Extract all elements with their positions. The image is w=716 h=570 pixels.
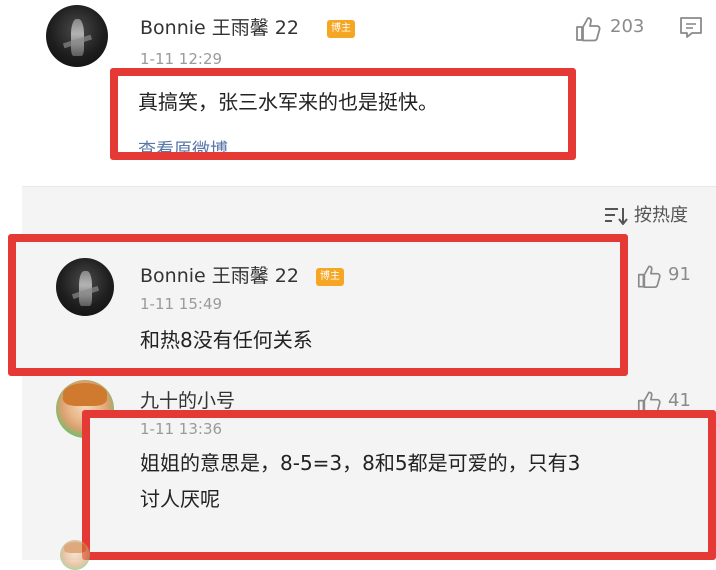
reply-timestamp: 1-11 15:49 (140, 295, 223, 313)
sort-by-hot-button[interactable]: 按热度 (604, 202, 704, 230)
view-original-link[interactable]: 查看原微博 (138, 140, 228, 152)
blogger-badge: 博主 (316, 268, 344, 286)
post-timestamp: 1-11 12:29 (140, 50, 223, 68)
reply-content: 和热8没有任何关系 (140, 328, 313, 352)
reply-like-count: 41 (668, 390, 691, 411)
next-reply-avatar (60, 540, 90, 570)
post-username[interactable]: Bonnie 王雨馨 22 (140, 16, 299, 40)
thumbs-up-icon (636, 390, 662, 412)
view-original-clip: 查看原微博 (138, 134, 438, 152)
avatar[interactable] (46, 5, 108, 67)
post-content: 真搞笑，张三水军来的也是挺快。 (138, 90, 438, 114)
comment-icon[interactable] (678, 15, 704, 41)
reply-like-button[interactable]: 91 (636, 262, 706, 292)
sort-icon (604, 207, 628, 225)
sort-label: 按热度 (634, 205, 688, 226)
reply-avatar[interactable] (56, 258, 114, 316)
reply-content-line-1: 姐姐的意思是，8-5=3，8和5都是可爱的，只有3 (140, 451, 581, 475)
thumbs-up-icon (636, 264, 662, 289)
post-like-count: 203 (610, 16, 645, 37)
reply-content-line-2: 讨人厌呢 (140, 487, 220, 511)
thumbs-up-icon (574, 16, 602, 42)
post-like-button[interactable]: 203 (574, 14, 654, 44)
reply-timestamp: 1-11 13:36 (140, 420, 223, 438)
reply-like-button[interactable]: 41 (636, 388, 706, 412)
reply-like-count: 91 (668, 264, 691, 285)
reply-username[interactable]: Bonnie 王雨馨 22 (140, 264, 299, 288)
blogger-badge: 博主 (327, 20, 355, 38)
